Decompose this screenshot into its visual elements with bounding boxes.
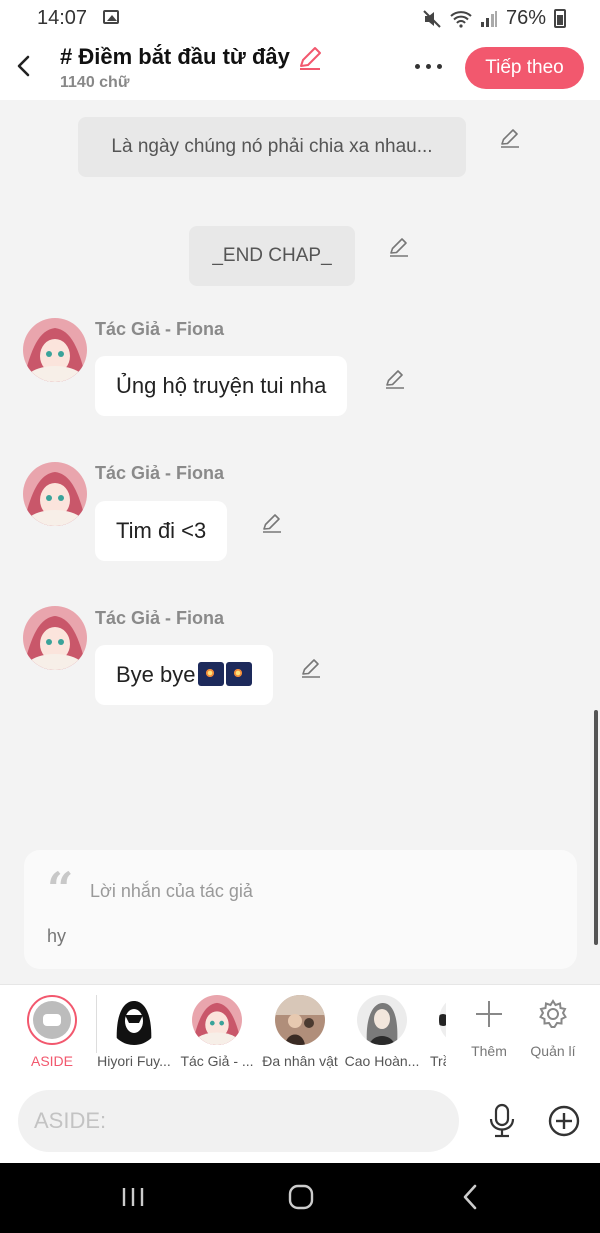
word-count: 1140 chữ <box>60 74 130 91</box>
character-label: Hiyori Fuy... <box>97 1053 171 1069</box>
edit-message-icon[interactable] <box>384 368 406 390</box>
microphone-icon[interactable] <box>487 1103 517 1139</box>
back-arrow-icon[interactable] <box>10 50 38 82</box>
aside-icon <box>27 995 77 1045</box>
quote-icon: “ <box>47 862 74 916</box>
chapter-title[interactable]: # Điềm bắt đầu từ đây <box>60 44 290 70</box>
fireworks-emoji <box>225 662 252 686</box>
narration-message[interactable]: Là ngày chúng nó phải chia xa nhau... <box>78 117 466 177</box>
character-avatar <box>109 995 159 1045</box>
author-avatar[interactable] <box>23 462 87 526</box>
author-avatar[interactable] <box>23 318 87 382</box>
back-nav-icon[interactable] <box>458 1183 482 1211</box>
mute-icon <box>423 9 441 28</box>
recent-apps-icon[interactable] <box>120 1185 146 1209</box>
plus-icon <box>476 1001 502 1027</box>
manage-button[interactable]: Quản lí <box>523 985 583 1080</box>
message-text: Bye bye <box>116 662 196 687</box>
author-name: Tác Giả - Fiona <box>95 463 225 483</box>
system-navigation-bar <box>0 1163 600 1233</box>
edit-message-icon[interactable] <box>261 512 283 534</box>
author-avatar[interactable] <box>23 606 87 670</box>
gallery-notification-icon <box>103 10 119 24</box>
character-label: Đa nhân vật <box>262 1053 338 1069</box>
edit-message-icon[interactable] <box>499 127 521 149</box>
battery-icon <box>554 9 566 28</box>
edit-title-pencil-icon[interactable] <box>296 44 324 72</box>
compose-bar <box>0 1079 600 1163</box>
add-circle-icon[interactable] <box>547 1104 581 1138</box>
home-icon[interactable] <box>288 1184 314 1210</box>
character-label: Cao Hoàn... <box>344 1053 420 1069</box>
message-bubble[interactable]: Ủng hộ truyện tui nha <box>95 356 348 416</box>
author-note-card[interactable]: “ Lời nhắn của tác giả hy <box>24 850 577 969</box>
character-label: Trầ <box>430 1053 446 1069</box>
edit-message-icon[interactable] <box>388 236 410 258</box>
fireworks-emoji <box>197 662 224 686</box>
next-button[interactable]: Tiếp theo <box>465 47 584 89</box>
more-options-icon[interactable] <box>412 56 448 76</box>
author-note-label: Lời nhắn của tác giả <box>90 881 253 901</box>
status-time: 14:07 <box>37 7 88 29</box>
character-label: ASIDE <box>30 1053 73 1069</box>
character-avatar <box>192 995 242 1045</box>
status-indicators: 76% <box>422 7 566 30</box>
gear-icon <box>539 999 567 1028</box>
signal-icon <box>480 10 497 27</box>
character-avatar <box>275 995 325 1045</box>
author-note-text: hy <box>47 926 67 946</box>
message-bubble[interactable]: Tim đi <3 <box>95 501 228 561</box>
message-bubble[interactable]: Bye bye <box>95 645 273 705</box>
add-character-button[interactable]: Thêm <box>459 985 519 1080</box>
wifi-icon <box>450 10 472 28</box>
character-aside[interactable]: ASIDE <box>11 985 93 1080</box>
character-label: Tác Giả - ... <box>180 1053 254 1069</box>
character-hiyori[interactable]: Hiyori Fuy... <box>93 985 175 1080</box>
scrollbar[interactable] <box>594 710 598 945</box>
add-label: Thêm <box>471 1043 507 1059</box>
character-tran[interactable]: Trầ <box>424 985 446 1080</box>
character-multi[interactable]: Đa nhân vật <box>259 985 341 1080</box>
message-input[interactable] <box>18 1090 459 1152</box>
character-avatar <box>439 995 446 1045</box>
battery-percent: 76% <box>505 7 546 29</box>
character-selector: ASIDE Hiyori Fuy... Tác Giả - ... Đa nhâ… <box>0 984 600 1079</box>
status-bar: 14:07 76% <box>0 0 600 36</box>
manage-label: Quản lí <box>530 1043 576 1059</box>
character-avatar <box>357 995 407 1045</box>
end-chapter-message[interactable]: _END CHAP_ <box>189 226 355 286</box>
author-name: Tác Giả - Fiona <box>95 319 225 339</box>
editor-header: # Điềm bắt đầu từ đây 1140 chữ Tiếp theo <box>0 36 600 100</box>
character-cao-hoan[interactable]: Cao Hoàn... <box>341 985 423 1080</box>
edit-message-icon[interactable] <box>300 657 322 679</box>
character-author[interactable]: Tác Giả - ... <box>176 985 258 1080</box>
author-name: Tác Giả - Fiona <box>95 608 225 628</box>
